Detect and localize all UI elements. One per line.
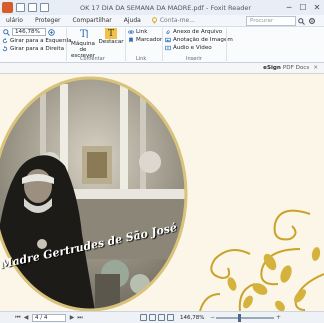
audio-video-button[interactable]: Áudio e Vídeo (165, 45, 212, 51)
search-button[interactable] (296, 16, 306, 26)
zoom-in-button[interactable]: + (274, 313, 282, 323)
comment-group-label: Comentar (80, 56, 105, 62)
esign-bar: eSign PDF Docs ✕ (0, 63, 324, 74)
highlight-icon: T (105, 28, 117, 39)
ribbon-separator (162, 28, 163, 61)
page-number-input[interactable]: 4 / 4 (32, 313, 66, 322)
zoom-percent-label: 146,78% (180, 314, 205, 321)
fullscreen-view-icon[interactable] (167, 314, 174, 321)
search-placeholder: Procurar (250, 18, 274, 24)
image-annotation-label: Anotação de Imagem (173, 37, 233, 43)
tell-me-field[interactable]: Conta-me... (147, 17, 199, 24)
single-page-view-icon[interactable] (140, 314, 147, 321)
bookmark-button[interactable]: Marcador (128, 37, 162, 43)
app-logo-icon (2, 2, 13, 13)
prev-page-button[interactable]: ◀ (22, 313, 30, 323)
settings-icon[interactable] (308, 17, 316, 25)
highlight-label: Destacar (98, 39, 124, 45)
search-icon (297, 17, 305, 25)
status-bar: ⏮ ◀ 4 / 4 ▶ ⏭ 146,78% − + (0, 311, 324, 323)
tell-me-label: Conta-me... (159, 17, 195, 24)
ribbon-separator (226, 28, 227, 61)
typewriter-icon: T (79, 29, 88, 40)
pdf-page[interactable]: Madre Gertrudes de São José (0, 74, 324, 312)
file-attachment-label: Anexo de Arquivo (173, 29, 223, 35)
menu-bar: ulário Proteger Compartilhar Ajuda Conta… (0, 15, 324, 27)
zoom-out-button[interactable]: − (208, 313, 216, 323)
zoom-slider-thumb[interactable] (237, 313, 241, 322)
esign-brand[interactable]: eSign (263, 65, 281, 71)
bookmark-label: Marcador (136, 37, 163, 43)
window-title: OK 17 DIA DA SEMANA DA MADRE.pdf - Foxit… (79, 3, 251, 12)
rotate-right-label: Girar para a Direita (10, 46, 65, 52)
esign-label: PDF Docs (282, 65, 310, 71)
image-annotation-button[interactable]: Anotação de Imagem (165, 37, 233, 43)
minimize-button[interactable]: ─ (282, 0, 296, 15)
facing-view-icon[interactable] (158, 314, 165, 321)
rotate-left-button[interactable]: Girar para a Esquerda (2, 38, 72, 44)
maximize-button[interactable]: ☐ (296, 0, 310, 15)
esign-close-icon[interactable]: ✕ (313, 65, 318, 71)
media-icon (165, 45, 171, 51)
zoom-icon[interactable] (3, 29, 10, 36)
typewriter-label-1: Máquina de (71, 41, 95, 53)
zoom-input[interactable]: 146,78% (12, 28, 46, 36)
nun-photo (0, 78, 186, 310)
highlight-button[interactable]: T Destacar (98, 28, 124, 55)
save-icon[interactable] (28, 3, 37, 12)
print-icon[interactable] (40, 3, 49, 12)
ribbon-separator (125, 28, 126, 61)
svg-text:T: T (79, 29, 86, 39)
rotate-left-icon (2, 38, 8, 44)
ribbon-separator (66, 28, 67, 61)
link-icon (128, 30, 134, 34)
audio-video-label: Áudio e Vídeo (173, 45, 212, 51)
gold-swirl-decoration (199, 209, 324, 312)
link-label: Link (136, 29, 148, 35)
rotate-right-button[interactable]: Girar para a Direita (2, 46, 64, 52)
title-bar: OK 17 DIA DA SEMANA DA MADRE.pdf - Foxit… (0, 0, 324, 15)
typewriter-button[interactable]: T Máquina de escrever (68, 28, 98, 59)
close-button[interactable]: ✕ (310, 0, 324, 15)
rotate-right-icon (2, 46, 8, 52)
zoom-in-icon[interactable] (48, 29, 55, 36)
page-artwork (0, 76, 324, 312)
lightbulb-icon (151, 17, 157, 24)
next-page-button[interactable]: ▶ (68, 313, 76, 323)
open-file-icon[interactable] (16, 3, 25, 12)
first-page-button[interactable]: ⏮ (14, 313, 22, 323)
insert-group-label: Inserir (186, 56, 202, 62)
rotate-left-label: Girar para a Esquerda (10, 38, 72, 44)
ribbon-toolbar: 146,78% Girar para a Esquerda Girar para… (0, 27, 324, 63)
link-button[interactable]: Link (128, 29, 147, 35)
menu-item-help[interactable]: Ajuda (118, 17, 147, 24)
bookmark-icon (129, 37, 133, 43)
menu-item-share[interactable]: Compartilhar (66, 17, 117, 24)
menu-item-protect[interactable]: Proteger (29, 17, 67, 24)
menu-item-form[interactable]: ulário (0, 17, 29, 24)
links-group-label: Link (136, 56, 147, 62)
paperclip-icon (166, 29, 171, 35)
zoom-slider[interactable] (216, 313, 275, 322)
continuous-view-icon[interactable] (149, 314, 156, 321)
search-input[interactable]: Procurar (246, 16, 296, 26)
image-icon (165, 37, 171, 43)
last-page-button[interactable]: ⏭ (76, 313, 84, 323)
file-attachment-button[interactable]: Anexo de Arquivo (165, 29, 222, 35)
